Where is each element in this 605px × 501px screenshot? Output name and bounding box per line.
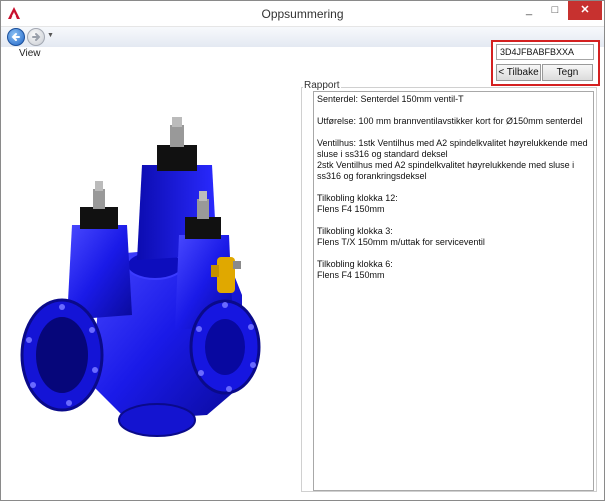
report-line: Senterdel: Senterdel 150mm ventil-T — [317, 94, 464, 104]
report-line: Tilkobling klokka 12: — [317, 193, 398, 203]
report-line: Tilkobling klokka 3: — [317, 226, 393, 236]
report-blank-line — [317, 248, 590, 259]
report-blank-line — [317, 105, 590, 116]
report-line: Flens F4 150mm — [317, 270, 385, 280]
report-line: Ventilhus: 1stk Ventilhus med A2 spindel… — [317, 138, 588, 159]
report-line: Utførelse: 100 mm brannventilavstikker k… — [317, 116, 583, 126]
report-line: Flens T/X 150mm m/uttak for serviceventi… — [317, 237, 485, 247]
report-line: 2stk Ventilhus med A2 spindelkvalitet hø… — [317, 160, 575, 181]
menu-view[interactable]: View — [19, 48, 41, 59]
report-blank-line — [317, 182, 590, 193]
history-dropdown-icon[interactable]: ▼ — [47, 32, 54, 39]
report-line: Flens F4 150mm — [317, 204, 385, 214]
report-blank-line — [317, 127, 590, 138]
forward-arrow-icon[interactable] — [27, 28, 45, 46]
window-title: Oppsummering — [261, 7, 344, 21]
valve-3d-preview — [7, 85, 299, 481]
back-button[interactable]: < Tilbake — [496, 64, 541, 81]
report-line: Tilkobling klokka 6: — [317, 259, 393, 269]
report-group-label: Rapport — [303, 80, 341, 91]
blue-valve-assembly-3d-model — [20, 117, 261, 437]
product-code-field[interactable] — [496, 44, 594, 60]
minimize-button[interactable]: _ — [516, 1, 542, 20]
report-blank-line — [317, 215, 590, 226]
summary-window: Oppsummering _ □ ✕ ▼ View < Tilbake Tegn — [0, 0, 605, 501]
draw-button[interactable]: Tegn — [542, 64, 593, 81]
title-bar: Oppsummering _ □ ✕ — [1, 1, 604, 27]
report-textbox[interactable]: Senterdel: Senterdel 150mm ventil-T Utfø… — [313, 91, 594, 491]
close-button[interactable]: ✕ — [568, 1, 602, 20]
back-arrow-icon[interactable] — [7, 28, 25, 46]
maximize-button[interactable]: □ — [542, 1, 568, 20]
